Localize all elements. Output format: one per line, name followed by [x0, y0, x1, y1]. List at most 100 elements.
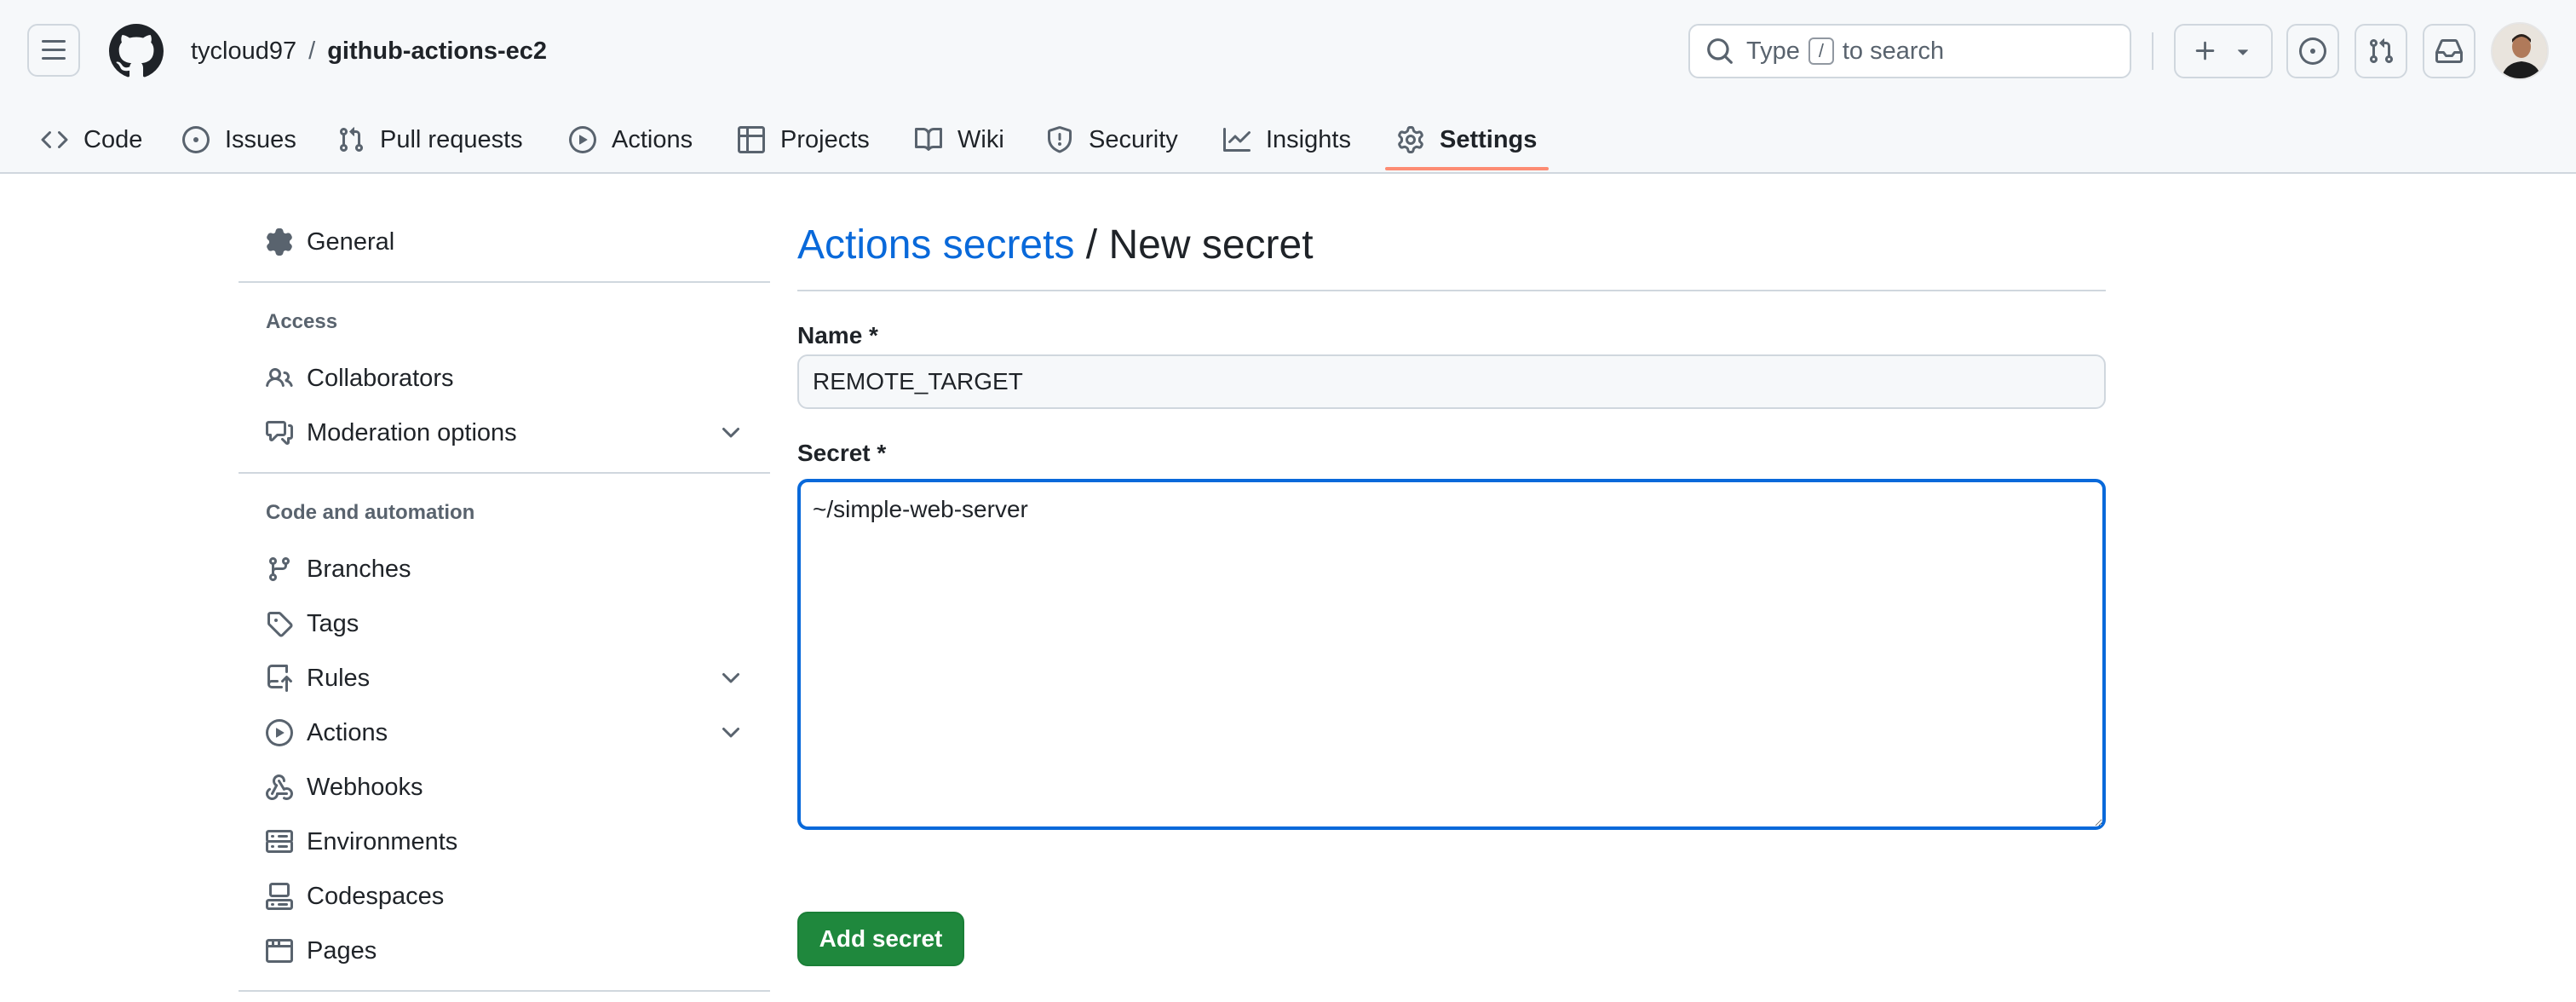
code-icon: [41, 130, 68, 149]
title-divider: [797, 290, 2106, 291]
three-bars-icon: [42, 40, 66, 60]
tab-insights-label: Insights: [1266, 125, 1351, 153]
github-logo-icon[interactable]: [109, 24, 164, 78]
sidebar-item-tags[interactable]: Tags: [239, 600, 770, 648]
header-divider: [2152, 32, 2153, 70]
sidebar-item-webhooks-label: Webhooks: [307, 773, 423, 801]
tab-insights[interactable]: Insights: [1223, 106, 1351, 174]
repo-owner-link[interactable]: tycloud97: [191, 37, 296, 65]
tab-wiki[interactable]: Wiki: [915, 106, 1004, 174]
gear-icon: [267, 228, 292, 256]
search-shortcut-key: /: [1808, 37, 1834, 65]
triangle-down-icon: [2238, 49, 2248, 55]
sidebar-item-collaborators[interactable]: Collaborators: [239, 354, 770, 402]
sidebar-item-codespaces-label: Codespaces: [307, 882, 445, 910]
secret-name-input[interactable]: [797, 354, 2106, 409]
secret-value-textarea[interactable]: ~/simple-web-server: [797, 479, 2106, 830]
chevron-down-icon[interactable]: [717, 419, 745, 446]
sidebar-item-moderation-options[interactable]: Moderation options: [239, 409, 770, 457]
secret-field-label: Secret *: [797, 440, 887, 466]
repo-push-icon: [267, 665, 292, 692]
sidebar-divider: [239, 472, 770, 474]
your-pull-requests-button[interactable]: [2355, 24, 2407, 78]
tab-code[interactable]: Code: [41, 106, 142, 174]
browser-icon: [266, 939, 293, 963]
plus-icon: [2195, 41, 2215, 60]
tab-wiki-label: Wiki: [957, 125, 1004, 153]
webhook-icon: [266, 774, 293, 800]
sidebar-item-actions[interactable]: Actions: [239, 709, 770, 757]
git-pull-request-icon: [339, 127, 364, 153]
inbox-icon: [2435, 39, 2463, 63]
tab-settings-label: Settings: [1440, 125, 1538, 153]
graph-icon: [1223, 128, 1251, 152]
user-avatar[interactable]: [2491, 22, 2549, 80]
comment-discussion-icon: [266, 421, 293, 445]
chevron-down-icon[interactable]: [717, 665, 745, 692]
git-branch-icon: [268, 557, 290, 582]
tab-actions[interactable]: Actions: [569, 106, 693, 174]
search-icon: [1707, 38, 1733, 64]
search-placeholder-prefix: Type: [1746, 37, 1800, 65]
sidebar-item-pages[interactable]: Pages: [239, 927, 770, 975]
sidebar-heading-access: Access: [266, 310, 338, 333]
sidebar-item-pages-label: Pages: [307, 936, 377, 965]
play-icon: [569, 126, 596, 153]
name-field-label: Name *: [797, 322, 878, 348]
sidebar-item-codespaces[interactable]: Codespaces: [239, 872, 770, 920]
sidebar-item-branches-label: Branches: [307, 555, 411, 583]
sidebar-item-environments-label: Environments: [307, 827, 458, 855]
tab-security[interactable]: Security: [1046, 106, 1178, 174]
git-pull-request-icon: [2369, 38, 2394, 64]
tab-pull-requests[interactable]: Pull requests: [337, 106, 523, 174]
repo-breadcrumb: tycloud97 / github-actions-ec2: [191, 34, 547, 68]
sidebar-item-rules[interactable]: Rules: [239, 654, 770, 702]
sidebar-divider: [239, 990, 770, 992]
tab-actions-label: Actions: [612, 125, 693, 153]
sidebar-item-branches[interactable]: Branches: [239, 545, 770, 593]
people-icon: [266, 367, 293, 388]
sidebar-item-general-label: General: [307, 227, 395, 256]
sidebar-item-general[interactable]: General: [239, 218, 770, 266]
create-new-button[interactable]: [2174, 24, 2273, 78]
tab-pull-requests-label: Pull requests: [380, 125, 523, 153]
issue-opened-icon: [182, 126, 210, 153]
server-icon: [266, 830, 293, 853]
tab-security-label: Security: [1089, 125, 1178, 153]
sidebar-item-actions-label: Actions: [307, 718, 388, 746]
actions-secrets-link[interactable]: Actions secrets: [797, 222, 1074, 268]
chevron-down-icon[interactable]: [717, 719, 745, 746]
sidebar-item-tags-label: Tags: [307, 609, 359, 637]
global-header: tycloud97 / github-actions-ec2 Type / to s…: [0, 0, 2576, 174]
hamburger-menu-button[interactable]: [27, 24, 80, 77]
global-search-input[interactable]: Type / to search: [1688, 24, 2131, 78]
user-avatar-image: [2493, 24, 2547, 78]
sidebar-item-moderation-options-label: Moderation options: [307, 418, 517, 446]
page-title-text: / New secret: [1074, 222, 1314, 268]
page-title: Actions secrets / New secret: [797, 220, 1314, 271]
codespaces-icon: [266, 883, 293, 910]
sidebar-item-environments[interactable]: Environments: [239, 818, 770, 866]
add-secret-button[interactable]: Add secret: [797, 912, 964, 966]
tab-projects[interactable]: Projects: [738, 106, 870, 174]
sidebar-item-collaborators-label: Collaborators: [307, 364, 454, 392]
repo-nav-tabs: Code Issues Pull requests Actions Projec…: [0, 106, 2576, 174]
tag-icon: [267, 612, 293, 637]
sidebar-heading-code-automation: Code and automation: [266, 501, 475, 524]
tab-code-label: Code: [83, 125, 143, 153]
your-issues-button[interactable]: [2286, 24, 2339, 78]
issue-opened-icon: [2299, 37, 2326, 65]
play-icon: [266, 719, 293, 746]
tab-projects-label: Projects: [780, 125, 870, 153]
search-placeholder-suffix: to search: [1842, 37, 1945, 65]
sidebar-item-webhooks[interactable]: Webhooks: [239, 763, 770, 811]
notifications-inbox-button[interactable]: [2423, 24, 2475, 78]
repo-name-link[interactable]: github-actions-ec2: [327, 37, 547, 65]
sidebar-divider: [239, 281, 770, 283]
tab-issues[interactable]: Issues: [182, 106, 296, 174]
sidebar-item-rules-label: Rules: [307, 664, 371, 692]
book-icon: [915, 127, 942, 151]
active-tab-underline: [1385, 167, 1549, 170]
table-icon: [738, 126, 765, 153]
tab-settings[interactable]: Settings: [1397, 106, 1537, 174]
